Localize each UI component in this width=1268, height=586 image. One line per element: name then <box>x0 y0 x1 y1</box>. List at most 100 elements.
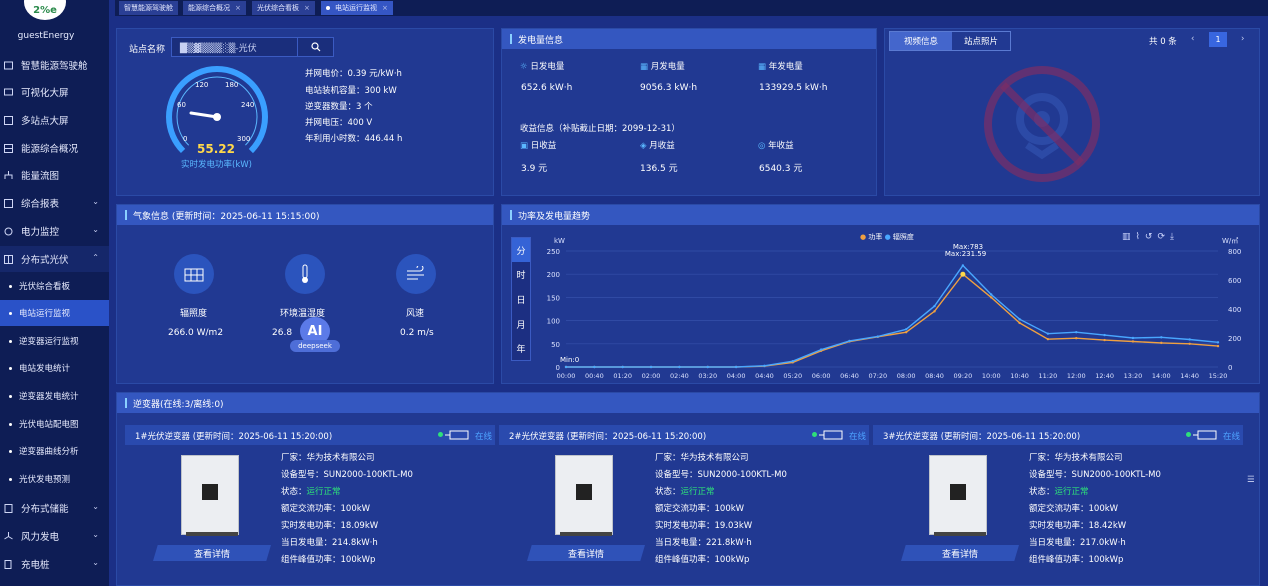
x-tick-label: 08:00 <box>897 372 916 380</box>
y-tick-label: 0 <box>556 364 560 372</box>
search-icon[interactable] <box>297 38 333 56</box>
panel-header: 功率及发电量趋势 <box>502 205 1259 225</box>
sidebar-item-report[interactable]: 综合报表 ⌄ <box>0 190 109 216</box>
data-point <box>1046 332 1050 335</box>
tab-station-photo[interactable]: 站点照片 <box>952 32 1010 50</box>
view-detail-button[interactable]: 查看详情 <box>901 545 1019 561</box>
x-tick-label: 05:20 <box>783 372 802 380</box>
sidebar-item-flow[interactable]: 能量流图 <box>0 162 109 188</box>
daily-income-value: 3.9 元 <box>521 164 548 174</box>
sidebar-item-power-monitor[interactable]: 电力监控 ⌄ <box>0 218 109 244</box>
period-month[interactable]: 月 <box>512 312 530 337</box>
x-tick-label: 04:00 <box>727 372 746 380</box>
gauge-tick: 120 <box>195 81 208 89</box>
daily-gen-value: 652.6 kW·h <box>521 83 573 93</box>
info-capacity: 电站装机容量：300 kW <box>305 86 397 96</box>
gauge-caption: 实时发电功率(kW) <box>181 160 252 170</box>
data-point <box>1188 338 1191 341</box>
data-point <box>706 365 709 369</box>
data-point <box>1160 336 1163 339</box>
sidebar-subitem-station-stats[interactable]: 电站发电统计 <box>0 355 109 381</box>
panel-title: 气象信息 (更新时间：2025-06-11 15:15:00) <box>133 211 320 222</box>
close-icon[interactable]: × <box>235 4 241 12</box>
data-point <box>1131 340 1135 343</box>
sidebar-subitem-solar-board[interactable]: 光伏综合看板 <box>0 273 109 299</box>
period-day[interactable]: 日 <box>512 287 530 312</box>
data-point <box>734 365 738 369</box>
close-icon[interactable]: × <box>304 4 310 12</box>
view-detail-button[interactable]: 查看详情 <box>527 545 645 561</box>
tab-station-monitor[interactable]: 电站运行监视 × <box>321 1 393 15</box>
sun-icon: ☼ <box>520 62 528 72</box>
next-page-icon[interactable]: › <box>1241 34 1244 44</box>
x-tick-label: 08:40 <box>925 372 944 380</box>
inverter-peak: 组件峰值功率：100kWp <box>281 555 376 565</box>
sidebar-item-charger[interactable]: 充电桩 ⌄ <box>0 551 109 577</box>
sidebar-subitem-inverter-stats[interactable]: 逆变器发电统计 <box>0 383 109 409</box>
data-point <box>649 365 653 369</box>
solar-panel-icon <box>174 254 214 294</box>
period-minute[interactable]: 分 <box>512 238 530 262</box>
inverter-panel: 逆变器(在线:3/离线:0) 1#光伏逆变器 (更新时间：2025-06-11 … <box>116 392 1260 586</box>
yearly-gen-label: ▦ 年发电量 <box>758 60 803 72</box>
settings-icon[interactable]: ☰ <box>1247 475 1255 485</box>
data-point <box>763 364 766 368</box>
tab-cockpit[interactable]: 智慧能源驾驶舱 <box>119 1 178 15</box>
monthly-gen-value: 9056.3 kW·h <box>640 83 698 93</box>
panel-title: 功率及发电量趋势 <box>518 211 591 222</box>
state-label: 状态： <box>281 487 307 497</box>
data-point <box>1018 321 1021 325</box>
inverter-state: 状态：运行正常 <box>281 485 341 497</box>
tab-solar-board[interactable]: 光伏综合看板 × <box>252 1 315 15</box>
data-point <box>990 293 993 296</box>
max-label: Max:231.59 <box>945 250 986 258</box>
irradiance-label: 辐照度 <box>180 309 208 319</box>
inverter-today: 当日发电量：217.0kW·h <box>1029 538 1126 548</box>
sidebar-item-solar[interactable]: 分布式光伏 ⌃ <box>0 246 109 272</box>
dashboard-icon <box>3 60 13 70</box>
sidebar-item-overview[interactable]: 能源综合概况 <box>0 135 109 161</box>
sidebar-item-wind[interactable]: 风力发电 ⌄ <box>0 523 109 549</box>
state-value: 运行正常 <box>680 487 715 497</box>
station-select[interactable]: █▒▓▒▒▒░▒-光伏 <box>171 37 334 57</box>
y2-tick-label: 200 <box>1228 335 1241 343</box>
sidebar-item-multi-screen[interactable]: 多站点大屏 <box>0 107 109 133</box>
label-text: 月收益 <box>649 141 675 151</box>
sidebar-item-storage[interactable]: 分布式储能 ⌄ <box>0 495 109 521</box>
inverter-today: 当日发电量：221.8kW·h <box>655 538 752 548</box>
coins-icon: ◎ <box>758 141 766 151</box>
data-point <box>904 331 908 334</box>
panel-title: 发电量信息 <box>518 35 564 46</box>
tab-overview[interactable]: 能源综合概况 × <box>183 1 246 15</box>
sidebar-item-dashboard[interactable]: 智慧能源驾驶舱 <box>0 52 109 78</box>
ai-assistant-button[interactable]: AI deepseek <box>290 317 340 353</box>
sidebar-item-screen[interactable]: 可视化大屏 <box>0 79 109 105</box>
view-detail-button[interactable]: 查看详情 <box>153 545 271 561</box>
x-tick-label: 14:40 <box>1180 372 1199 380</box>
sidebar-subitem-station-monitor[interactable]: 电站运行监视 <box>0 300 109 326</box>
x-tick-label: 12:00 <box>1067 372 1086 380</box>
station-label: 站点名称 <box>129 45 166 55</box>
wind-label: 风速 <box>406 309 425 319</box>
x-tick-label: 06:40 <box>840 372 859 380</box>
sidebar-subitem-curve[interactable]: 逆变器曲线分析 <box>0 438 109 464</box>
sidebar-subitem-inverter-monitor[interactable]: 逆变器运行监视 <box>0 328 109 354</box>
period-hour[interactable]: 时 <box>512 262 530 287</box>
page-button[interactable]: 1 <box>1209 32 1227 47</box>
inverter-base <box>186 532 238 536</box>
sidebar-subitem-distribution[interactable]: 光伏电站配电图 <box>0 411 109 437</box>
period-year[interactable]: 年 <box>512 337 530 360</box>
prev-page-icon[interactable]: ‹ <box>1191 34 1194 44</box>
y-tick-label: 50 <box>551 341 560 349</box>
bullet-icon <box>9 394 12 398</box>
sidebar-subitem-forecast[interactable]: 光伏发电预测 <box>0 466 109 492</box>
tab-video-info[interactable]: 视频信息 <box>890 32 952 50</box>
label-text: 日收益 <box>530 141 557 151</box>
label-text: 月发电量 <box>650 62 685 72</box>
x-tick-label: 02:40 <box>670 372 689 380</box>
bullet-icon <box>9 477 12 481</box>
plug-icon <box>1193 430 1217 440</box>
inverter-vendor: 厂家：华为技术有限公司 <box>281 453 375 463</box>
close-icon[interactable]: × <box>382 4 388 12</box>
inverter-vendor: 厂家：华为技术有限公司 <box>1029 453 1123 463</box>
